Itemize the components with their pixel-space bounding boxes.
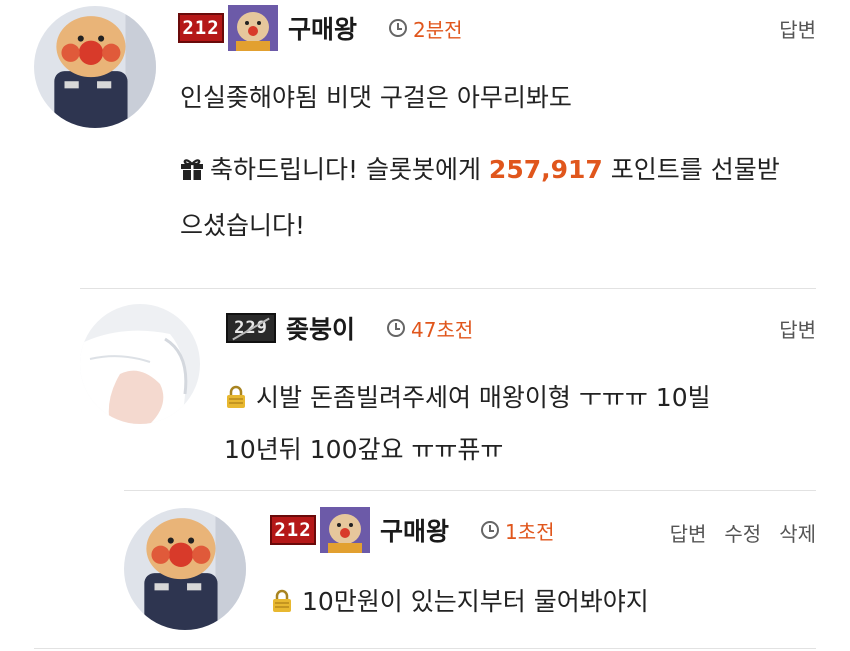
- reply-button[interactable]: 답변: [779, 314, 816, 343]
- timestamp: 2분전: [389, 14, 463, 43]
- clock-icon: [389, 19, 408, 37]
- timestamp: 47초전: [387, 314, 473, 343]
- avatar[interactable]: [124, 508, 246, 630]
- anpanman-avatar-image: [34, 6, 156, 128]
- comment-text-line2: 10년뒤 100갚요 ㅠㅠ퓨ㅠ: [224, 435, 504, 464]
- comment-actions: 답변: [779, 314, 816, 343]
- nickname[interactable]: 구매왕: [288, 10, 357, 46]
- comment-text: 시발 돈좀빌려주세여 매왕이형 ㅜㅠㅠ 10빌: [224, 370, 711, 426]
- gift-text: 축하드립니다! 슬롯봇에게: [210, 155, 489, 184]
- nickname[interactable]: 좆붕이: [286, 310, 355, 346]
- avatar[interactable]: [80, 304, 200, 424]
- avatar[interactable]: [34, 6, 156, 128]
- clock-icon: [387, 319, 406, 337]
- edit-button[interactable]: 수정: [724, 518, 761, 547]
- comment-text: 인실좆해야됨 비댓 구걸은 아무리봐도: [180, 83, 572, 112]
- level-badge: 229: [226, 313, 276, 343]
- cloth-avatar-image: [80, 304, 200, 424]
- gift-points: 257,917: [488, 155, 603, 184]
- divider: [124, 490, 816, 491]
- comment-text-line: 10만원이 있는지부터 물어봐야지: [302, 587, 649, 616]
- time-text: 1초전: [505, 519, 555, 544]
- comment-text: 10만원이 있는지부터 물어봐야지: [270, 574, 649, 630]
- comment-text-line: 시발 돈좀빌려주세여 매왕이형 ㅜㅠㅠ 10빌: [256, 383, 711, 412]
- divider: [80, 288, 816, 289]
- nickname[interactable]: 구매왕: [380, 512, 449, 548]
- reply-button[interactable]: 답변: [779, 14, 816, 43]
- reply-button[interactable]: 답변: [670, 518, 707, 547]
- lock-icon: [273, 589, 291, 612]
- level-badge: 212: [178, 13, 224, 43]
- timestamp: 1초전: [481, 516, 555, 545]
- divider: [34, 648, 816, 649]
- time-text: 2분전: [413, 17, 463, 42]
- gift-icon: [181, 159, 203, 180]
- time-text: 47초전: [411, 317, 474, 342]
- lock-icon: [227, 385, 245, 408]
- comment-actions: 답변 수정 삭제: [670, 518, 816, 547]
- anpanman-avatar-image: [124, 508, 246, 630]
- clock-icon: [481, 521, 500, 539]
- user-icon: [228, 5, 278, 51]
- comment-actions: 답변: [779, 14, 816, 43]
- gift-notice: 축하드립니다! 슬롯봇에게 257,917 포인트를 선물받으셨습니다!: [180, 142, 800, 254]
- level-badge: 212: [270, 515, 316, 545]
- delete-button[interactable]: 삭제: [779, 518, 816, 547]
- user-icon: [320, 507, 370, 553]
